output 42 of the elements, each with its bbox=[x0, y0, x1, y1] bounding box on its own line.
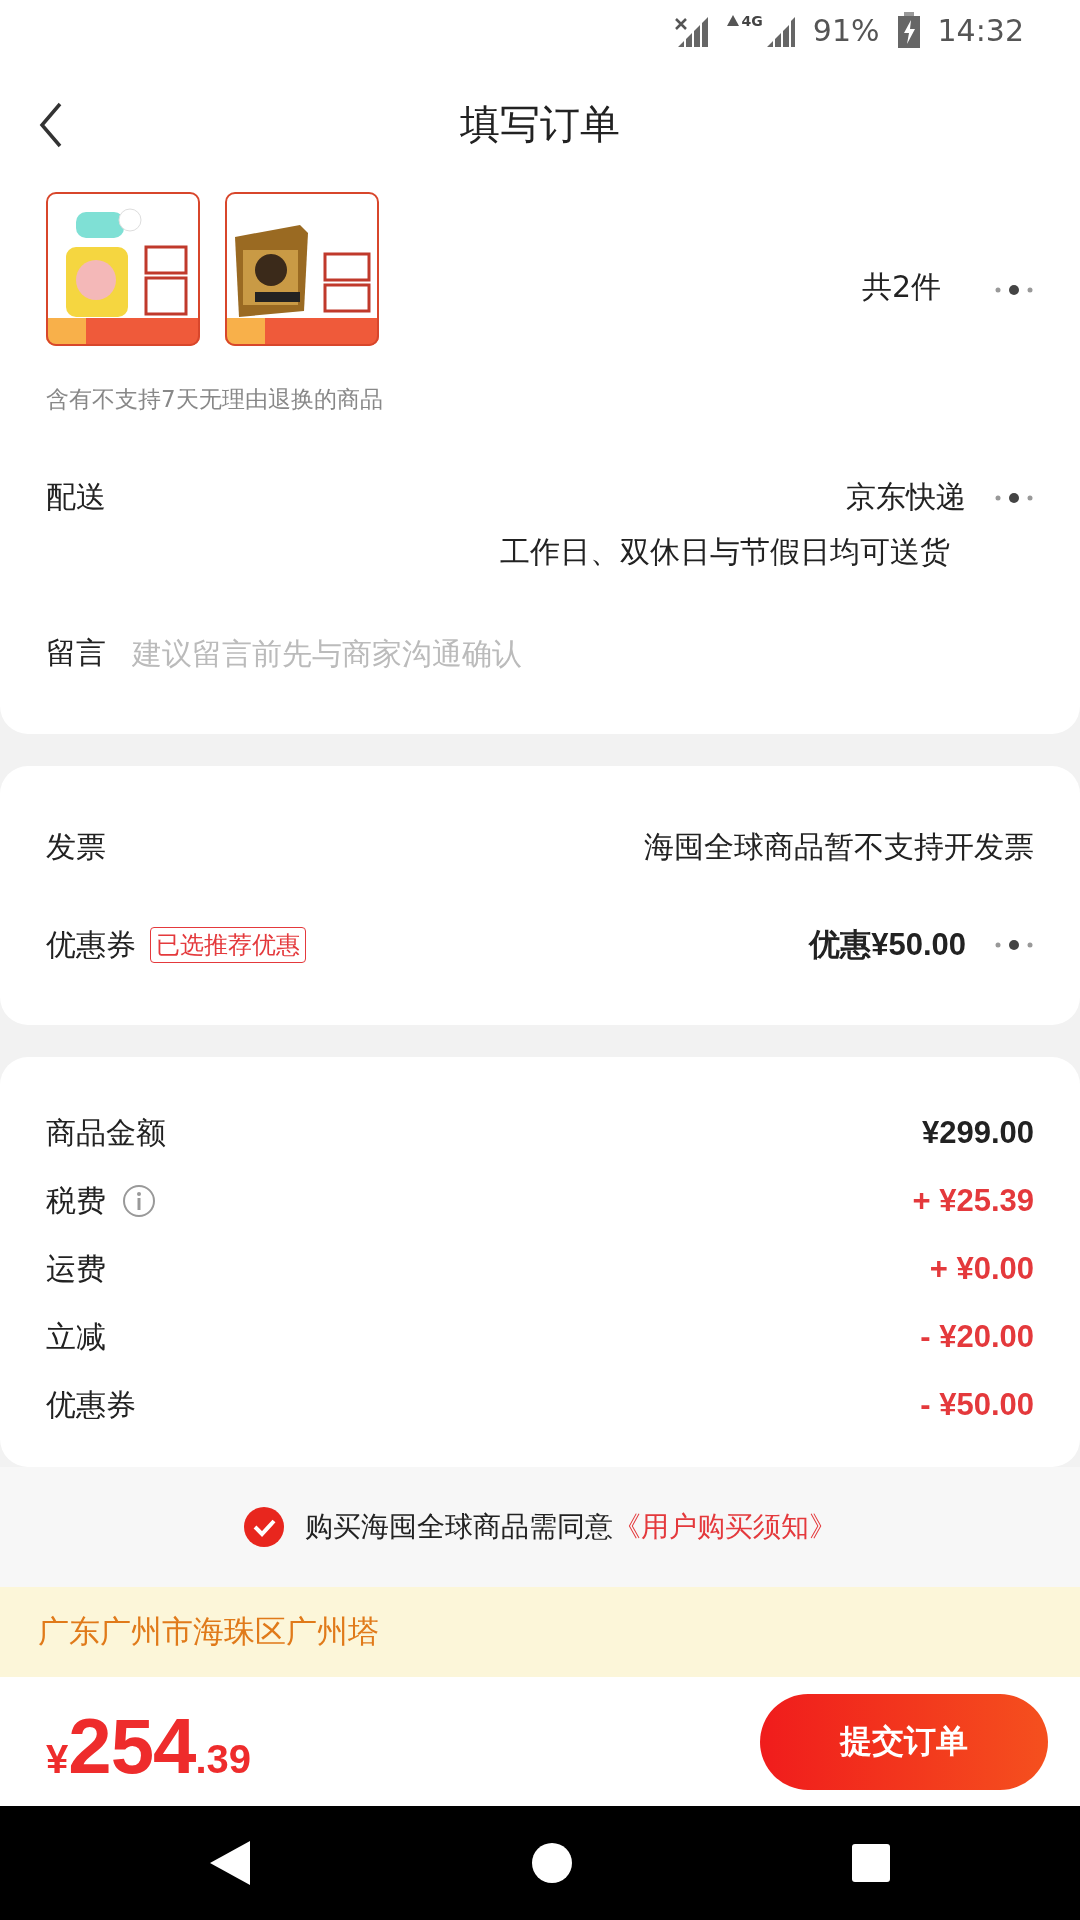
more-icon[interactable] bbox=[994, 491, 1034, 504]
fee-amount: - ¥20.00 bbox=[920, 1319, 1034, 1355]
fee-label: 运费 bbox=[46, 1249, 106, 1288]
invoice-value: 海囤全球商品暂不支持开发票 bbox=[644, 827, 1034, 866]
fee-label: 商品金额 bbox=[46, 1113, 166, 1152]
message-label: 留言 bbox=[46, 634, 106, 672]
page-title: 填写订单 bbox=[460, 99, 620, 149]
fee-label: 优惠券 bbox=[46, 1385, 136, 1424]
fee-label: 税费 bbox=[46, 1181, 106, 1220]
checkbox[interactable] bbox=[243, 1506, 285, 1548]
coupon-label: 优惠券 bbox=[46, 925, 136, 964]
back-icon[interactable] bbox=[208, 1839, 252, 1887]
fee-amount: + ¥0.00 bbox=[929, 1251, 1034, 1287]
submit-order-button[interactable]: 提交订单 bbox=[760, 1693, 1048, 1790]
currency-symbol: ¥ bbox=[46, 1737, 69, 1782]
total-price: 254 bbox=[68, 1701, 196, 1792]
battery-charging-icon bbox=[897, 12, 920, 48]
price-decimals: .39 bbox=[195, 1737, 251, 1782]
delivery-label: 配送 bbox=[46, 478, 106, 516]
delivery-schedule: 工作日、双休日与节假日均可送货 bbox=[500, 533, 950, 571]
fee-amount: + ¥25.39 bbox=[912, 1183, 1034, 1219]
delivery-method: 京东快递 bbox=[846, 478, 966, 516]
coupon-tag: 已选推荐优惠 bbox=[150, 927, 306, 963]
item-count: 共2件 bbox=[861, 268, 941, 306]
delivery-address: 广东广州市海珠区广州塔 bbox=[38, 1612, 379, 1651]
home-icon[interactable] bbox=[531, 1842, 573, 1884]
more-icon[interactable] bbox=[994, 939, 1034, 951]
battery-percent: 91% bbox=[812, 12, 880, 48]
fee-label: 立减 bbox=[46, 1317, 106, 1356]
network-type: 4G bbox=[741, 13, 763, 29]
agreement-text: 购买海囤全球商品需同意《用户购买须知》 bbox=[305, 1509, 837, 1545]
coupon-discount: 优惠¥50.00 bbox=[809, 926, 966, 964]
info-icon[interactable] bbox=[122, 1184, 156, 1218]
input-field[interactable]: 建议留言前先与商家沟通确认 bbox=[132, 636, 1034, 671]
fee-amount: - ¥50.00 bbox=[920, 1387, 1034, 1423]
more-icon[interactable] bbox=[994, 284, 1034, 296]
return-policy-note: 含有不支持7天无理由退换的商品 bbox=[45, 385, 384, 414]
clock-time: 14:32 bbox=[937, 12, 1024, 48]
terms-link[interactable]: 《用户购买须知》 bbox=[613, 1510, 837, 1543]
fee-amount: ¥299.00 bbox=[921, 1115, 1034, 1151]
uplink-arrow-icon bbox=[725, 13, 740, 27]
invoice-label: 发票 bbox=[46, 827, 106, 866]
